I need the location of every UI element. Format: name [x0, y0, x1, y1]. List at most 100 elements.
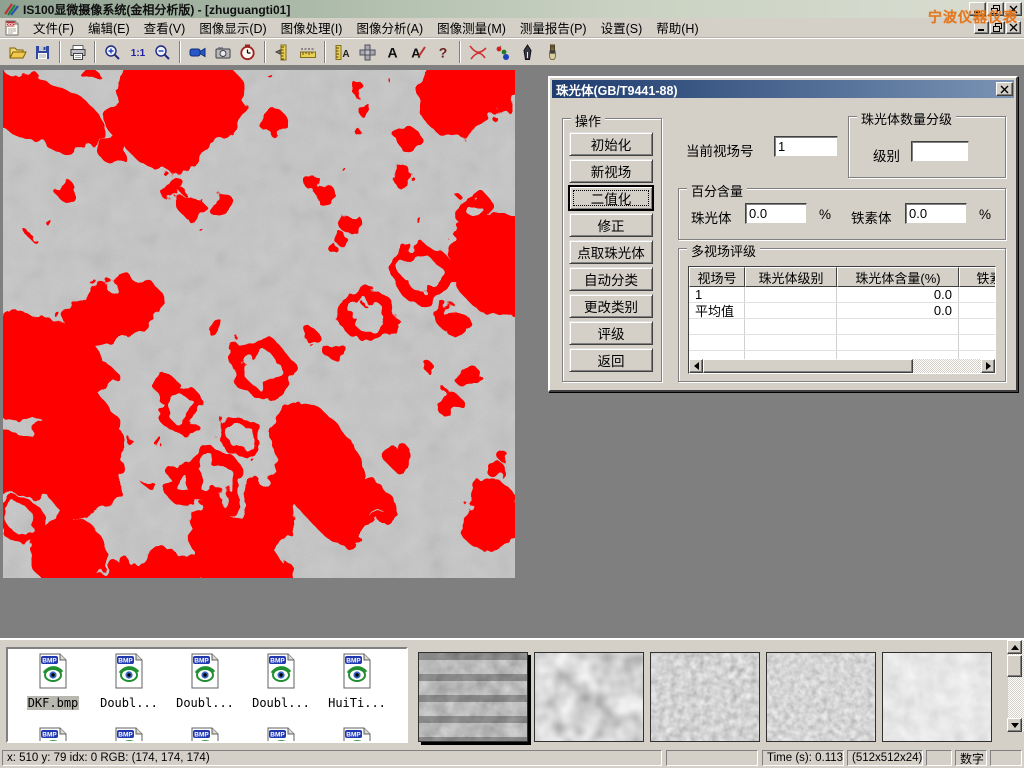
print-button[interactable]: [65, 40, 90, 64]
grade-input[interactable]: [911, 141, 969, 162]
dialog-title-bar[interactable]: 珠光体(GB/T9441-88): [552, 80, 1014, 98]
particles-icon: [494, 44, 511, 61]
table-row-empty: [689, 319, 995, 335]
brush-tool-button[interactable]: [540, 40, 565, 64]
table-row[interactable]: 1 0.0: [689, 287, 995, 303]
ruler-button[interactable]: [295, 40, 320, 64]
bottom-panel: BMPDKF.bmpBMPDoubl...BMPDoubl...BMPDoubl…: [0, 638, 1024, 748]
cursor-info: x: 510 y: 79 idx: 0 RGB: (174, 174, 174): [2, 750, 662, 766]
video-camera-button[interactable]: [185, 40, 210, 64]
file-item[interactable]: BMPDoubl...: [168, 653, 242, 712]
grid-cross-icon: [359, 44, 376, 61]
pick-pearlite-button[interactable]: 点取珠光体: [569, 240, 653, 264]
col-field-number[interactable]: 视场号: [689, 267, 745, 287]
file-item[interactable]: BMP: [168, 727, 242, 743]
file-name[interactable]: DKF.bmp: [27, 696, 80, 710]
file-item[interactable]: BMP Doubl...: [92, 653, 166, 712]
scrollbar-thumb[interactable]: [1007, 655, 1022, 677]
particle-tool-button[interactable]: [490, 40, 515, 64]
file-name[interactable]: HuiTi...: [327, 696, 387, 710]
col-pearlite-grade[interactable]: 珠光体级别: [745, 267, 837, 287]
scroll-down-button[interactable]: [1007, 718, 1022, 732]
ferrite-percent-input[interactable]: 0.0: [905, 203, 967, 224]
annotate-button[interactable]: A: [405, 40, 430, 64]
file-item[interactable]: BMP: [320, 727, 394, 743]
dialog-close-button[interactable]: [996, 82, 1013, 96]
scrollbar-track[interactable]: [913, 359, 981, 373]
bmp-file-icon: BMP: [342, 727, 372, 743]
auto-classify-button[interactable]: 自动分类: [569, 267, 653, 291]
return-button[interactable]: 返回: [569, 348, 653, 372]
curve-tool-button[interactable]: [465, 40, 490, 64]
camera-icon: [214, 44, 232, 61]
save-button[interactable]: [30, 40, 55, 64]
correct-button[interactable]: 修正: [569, 213, 653, 237]
thumbnail-2[interactable]: [534, 652, 644, 742]
merge-button[interactable]: [355, 40, 380, 64]
zoom-out-button[interactable]: [150, 40, 175, 64]
menu-image-display[interactable]: 图像显示(D): [192, 16, 273, 39]
text-tool-button[interactable]: A: [380, 40, 405, 64]
bmp-label: BMP: [42, 732, 57, 739]
table-header-row: 视场号 珠光体级别 珠光体含量(%) 铁素体含量(%): [689, 267, 995, 287]
capture-button[interactable]: [210, 40, 235, 64]
file-name[interactable]: Doubl...: [251, 696, 311, 710]
thumbnail-5[interactable]: [882, 652, 992, 742]
zoom-in-button[interactable]: [100, 40, 125, 64]
col-ferrite-content[interactable]: 铁素体含量(%): [959, 267, 996, 287]
binarize-button[interactable]: 二值化: [569, 186, 653, 210]
menu-image-analysis[interactable]: 图像分析(A): [349, 16, 430, 39]
menu-image-processing[interactable]: 图像处理(I): [274, 16, 350, 39]
menu-file[interactable]: 文件(F): [26, 16, 81, 39]
cell-ferrite-content: [959, 287, 996, 302]
toolbar-separator: [179, 41, 181, 63]
pearlite-percent-input[interactable]: 0.0: [745, 203, 807, 224]
scroll-left-button[interactable]: [689, 359, 703, 373]
clock-icon: [239, 44, 256, 61]
scrollbar-thumb[interactable]: [703, 359, 913, 373]
menu-settings[interactable]: 设置(S): [594, 16, 650, 39]
thumbnail-1[interactable]: [418, 652, 528, 742]
help-icon: ?: [436, 44, 450, 61]
pen-tool-button[interactable]: [515, 40, 540, 64]
file-name[interactable]: Doubl...: [99, 696, 159, 710]
help-button[interactable]: ?: [430, 40, 455, 64]
actual-size-button[interactable]: 1:1: [125, 40, 150, 64]
table-hscrollbar[interactable]: [689, 359, 995, 373]
file-list-scrollbar[interactable]: [1008, 640, 1024, 732]
file-item[interactable]: BMP: [92, 727, 166, 743]
bmp-file-icon: BMP: [114, 653, 144, 689]
toolbar-separator: [264, 41, 266, 63]
scroll-up-button[interactable]: [1007, 640, 1022, 654]
file-item[interactable]: BMP: [16, 727, 90, 743]
rate-button[interactable]: 评级: [569, 321, 653, 345]
caliper-button[interactable]: [270, 40, 295, 64]
menu-help[interactable]: 帮助(H): [649, 16, 705, 39]
file-item[interactable]: BMPDKF.bmp: [16, 653, 90, 712]
timer-button[interactable]: [235, 40, 260, 64]
brush-icon: [546, 44, 559, 61]
image-canvas[interactable]: [3, 70, 515, 578]
menu-edit[interactable]: 编辑(E): [81, 16, 137, 39]
current-field-input[interactable]: 1: [774, 136, 838, 157]
file-name[interactable]: Doubl...: [175, 696, 235, 710]
scroll-right-button[interactable]: [981, 359, 995, 373]
thumbnail-4[interactable]: [766, 652, 876, 742]
init-button[interactable]: 初始化: [569, 132, 653, 156]
col-pearlite-content[interactable]: 珠光体含量(%): [837, 267, 959, 287]
thumbnail-3[interactable]: [650, 652, 760, 742]
menu-image-measure[interactable]: 图像测量(M): [430, 16, 513, 39]
menu-view[interactable]: 查看(V): [137, 16, 193, 39]
menu-measure-report[interactable]: 测量报告(P): [513, 16, 594, 39]
file-item[interactable]: BMPHuiTi...: [320, 653, 394, 712]
pen-icon: [521, 44, 534, 61]
table-row[interactable]: 平均值 0.0: [689, 303, 995, 319]
multi-field-table: 视场号 珠光体级别 珠光体含量(%) 铁素体含量(%) 1 0.0 平均值 0.…: [688, 266, 996, 374]
file-item[interactable]: BMP: [244, 727, 318, 743]
new-field-button[interactable]: 新视场: [569, 159, 653, 183]
measure-label-button[interactable]: A: [330, 40, 355, 64]
open-button[interactable]: [5, 40, 30, 64]
file-item[interactable]: BMPDoubl...: [244, 653, 318, 712]
vendor-watermark: 宁波仪器仪表: [928, 7, 1018, 27]
change-class-button[interactable]: 更改类别: [569, 294, 653, 318]
